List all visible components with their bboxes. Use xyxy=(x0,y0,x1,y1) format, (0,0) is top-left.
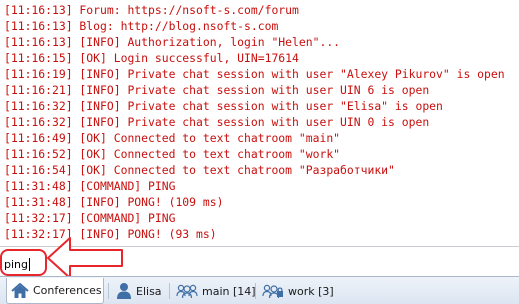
log-line: [11:16:15] [OK] Login successful, UIN=17… xyxy=(4,51,299,65)
log-line: [11:16:13] [INFO] Authorization, login "… xyxy=(4,35,341,49)
tab-work[interactable]: work [3] xyxy=(258,278,334,304)
log-line: [11:16:19] [INFO] Private chat session w… xyxy=(4,67,505,81)
tab-conferences[interactable]: Conferences xyxy=(6,278,104,304)
tab-label: work [3] xyxy=(288,284,334,298)
user-icon xyxy=(116,282,132,300)
log-line: [11:16:21] [INFO] Private chat session w… xyxy=(4,83,430,97)
tab-label: Elisa xyxy=(136,284,162,298)
group-icon xyxy=(176,283,198,299)
tab-label: main [14] xyxy=(202,284,256,298)
log-line: [11:32:17] [INFO] PONG! (93 ms) xyxy=(4,227,217,241)
message-input-area xyxy=(0,247,519,276)
log-line: [11:16:13] Forum: https://nsoft-s.com/fo… xyxy=(4,3,299,17)
command-input[interactable] xyxy=(4,257,244,273)
log-line: [11:31:48] [COMMAND] PING xyxy=(4,179,176,193)
log-line: [11:16:52] [OK] Connected to text chatro… xyxy=(4,147,341,161)
group-lock-icon xyxy=(262,283,284,299)
tab-separator xyxy=(169,283,170,299)
log-line: [11:16:49] [OK] Connected to text chatro… xyxy=(4,131,341,145)
log-line: [11:32:17] [COMMAND] PING xyxy=(4,211,176,225)
tab-label: Conferences xyxy=(33,284,102,297)
tab-separator xyxy=(108,283,109,299)
log-line: [11:31:48] [INFO] PONG! (109 ms) xyxy=(4,195,224,209)
tab-separator xyxy=(255,283,256,299)
log-line: [11:16:32] [INFO] Private chat session w… xyxy=(4,115,430,129)
tab-main[interactable]: main [14] xyxy=(172,278,256,304)
log-line: [11:16:13] Blog: http://blog.nsoft-s.com xyxy=(4,19,279,33)
tab-bar: Conferences Elisa main [14] work [3] xyxy=(0,276,519,304)
system-log: [11:16:13] Forum: https://nsoft-s.com/fo… xyxy=(0,0,519,246)
home-icon xyxy=(11,282,29,299)
log-line: [11:16:32] [INFO] Private chat session w… xyxy=(4,99,443,113)
tab-elisa[interactable]: Elisa xyxy=(112,278,168,304)
log-line: [11:16:54] [OK] Connected to text chatro… xyxy=(4,163,395,177)
text-caret xyxy=(29,258,30,271)
